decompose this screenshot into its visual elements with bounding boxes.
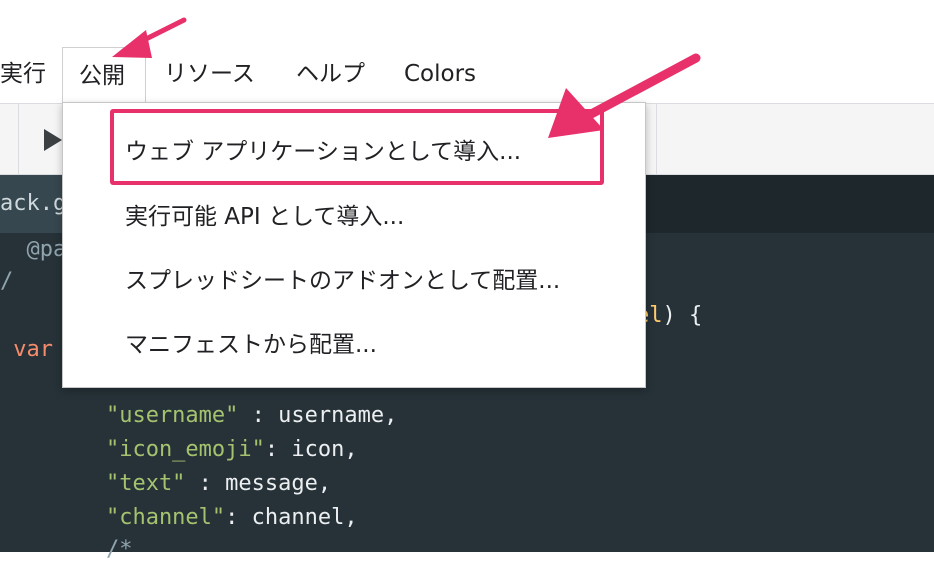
code-line: @pa xyxy=(0,237,67,262)
code-line: var xyxy=(0,337,53,362)
menu-run[interactable]: 実行 xyxy=(0,58,54,90)
code-token-string: "username" xyxy=(0,403,239,428)
code-line: "icon_emoji": icon, xyxy=(0,433,358,467)
code-line: /* xyxy=(0,537,133,562)
menu-publish[interactable]: 公開 xyxy=(62,47,146,103)
toolbar-divider xyxy=(18,104,19,174)
code-token-string: "channel" xyxy=(0,505,226,530)
annotation-highlight-box xyxy=(110,109,604,185)
code-line: / xyxy=(0,269,14,294)
menu-colors[interactable]: Colors xyxy=(396,58,484,90)
deploy-as-api-executable-item[interactable]: 実行可能 API として導入... xyxy=(125,197,404,237)
menu-help[interactable]: ヘルプ xyxy=(288,58,373,90)
code-line: "username" : username, xyxy=(0,399,397,433)
code-token-value: : channel, xyxy=(225,505,358,530)
code-line: "text" : message, xyxy=(0,467,331,501)
code-token-string: "text" xyxy=(0,471,186,496)
menu-resources[interactable]: リソース xyxy=(156,58,263,90)
deploy-from-manifest-item[interactable]: マニフェストから配置... xyxy=(125,325,377,365)
deploy-as-sheets-addon-item[interactable]: スプレッドシートのアドオンとして配置... xyxy=(125,261,560,301)
code-token-punct: ) { xyxy=(662,303,703,328)
code-token-value: : message, xyxy=(185,471,332,496)
code-token-value: : icon, xyxy=(264,437,358,462)
menu-bar: 実行 公開 リソース ヘルプ Colors xyxy=(0,0,934,103)
toolbar-divider xyxy=(656,104,657,174)
code-token-value: : username, xyxy=(238,403,398,428)
code-line: "channel": channel, xyxy=(0,501,358,535)
code-token-string: "icon_emoji" xyxy=(0,437,265,462)
